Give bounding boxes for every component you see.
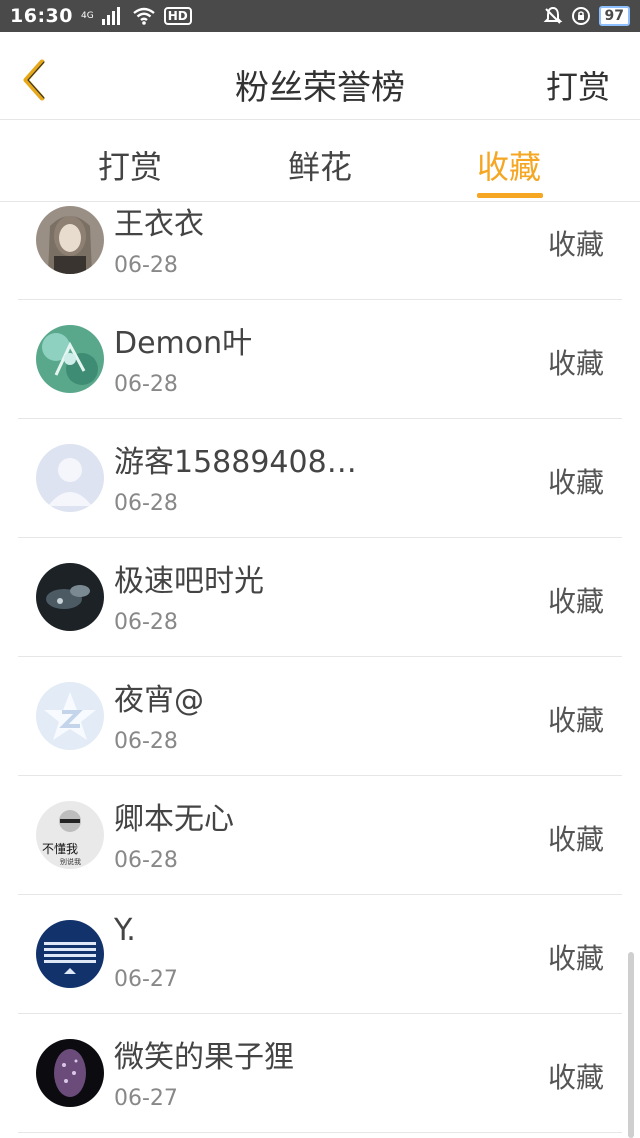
favorite-date: 06-28 (114, 848, 178, 873)
tab-bar: 打赏 鲜花 收藏 (0, 120, 640, 202)
user-name: Y. (114, 913, 136, 948)
tab-flowers[interactable]: 鲜花 (288, 142, 352, 188)
favorite-date: 06-28 (114, 253, 178, 278)
list-item[interactable]: 王衣衣 06-28 收藏 (18, 203, 622, 300)
favorite-date: 06-28 (114, 372, 178, 397)
action-label: 收藏 (547, 1061, 604, 1094)
scrollbar[interactable] (628, 952, 634, 1138)
list-item[interactable]: Demon叶 06-28 收藏 (18, 300, 622, 419)
avatar (36, 1039, 104, 1107)
action-label: 收藏 (547, 942, 604, 975)
default-user-icon (36, 444, 104, 512)
list-item[interactable]: 游客15889408… 06-28 收藏 (18, 419, 622, 538)
lock-rotation-icon (571, 7, 590, 25)
hd-badge: HD (163, 7, 192, 25)
app-page: 16:30 4G HD 97 粉丝荣誉榜 打赏 打赏 鲜花 收藏 王衣衣 06-… (0, 0, 640, 1138)
status-time: 16:30 (10, 5, 73, 27)
wifi-icon (132, 7, 155, 25)
user-name: 极速吧时光 (114, 564, 264, 599)
status-bar: 16:30 4G HD 97 (0, 0, 640, 32)
action-label: 收藏 (547, 228, 604, 261)
user-name: 微笑的果子狸 (114, 1040, 294, 1075)
avatar-image: 不懂我 别说我 (36, 801, 104, 869)
list-item[interactable]: 微笑的果子狸 06-27 收藏 (18, 1014, 622, 1133)
avatar (36, 682, 104, 750)
user-name: 王衣衣 (114, 207, 204, 242)
action-label: 收藏 (547, 704, 604, 737)
avatar-image (36, 206, 104, 274)
list-item[interactable]: 极速吧时光 06-28 收藏 (18, 538, 622, 657)
signal-icon (101, 7, 120, 25)
network-type-label: 4G (80, 10, 94, 21)
header-bar: 粉丝荣誉榜 打赏 (0, 32, 640, 120)
battery-level: 97 (598, 6, 630, 26)
tab-favorites[interactable]: 收藏 (477, 142, 541, 188)
avatar (36, 920, 104, 988)
avatar (36, 563, 104, 631)
list-item[interactable]: Y. 06-27 收藏 (18, 895, 622, 1014)
avatar-image (36, 325, 104, 393)
status-bar-right: 97 (543, 6, 630, 26)
user-name: 夜宵@ (114, 683, 204, 718)
status-bar-left: 16:30 4G HD (10, 5, 192, 27)
favorite-date: 06-28 (114, 729, 178, 754)
list-item[interactable]: 不懂我 别说我 卿本无心 06-28 收藏 (18, 776, 622, 895)
user-name: 游客15889408… (114, 445, 357, 480)
avatar (36, 206, 104, 274)
favorite-date: 06-28 (114, 491, 178, 516)
favorites-list[interactable]: 王衣衣 06-28 收藏 Demon叶 06-28 收藏 游客15889408…… (0, 203, 640, 1138)
favorite-date: 06-28 (114, 610, 178, 635)
avatar (36, 325, 104, 393)
avatar (36, 444, 104, 512)
action-label: 收藏 (547, 585, 604, 618)
avatar-image (36, 563, 104, 631)
favorite-date: 06-27 (114, 1086, 178, 1111)
tab-reward[interactable]: 打赏 (98, 142, 162, 188)
avatar: 不懂我 别说我 (36, 801, 104, 869)
action-label: 收藏 (547, 466, 604, 499)
active-tab-indicator (477, 193, 543, 198)
user-name: Demon叶 (114, 326, 253, 361)
avatar-image (36, 1039, 104, 1107)
avatar-image (36, 920, 104, 988)
user-name: 卿本无心 (114, 802, 234, 837)
svg-text:别说我: 别说我 (60, 857, 81, 866)
action-label: 收藏 (547, 823, 604, 856)
list-item[interactable]: 夜宵@ 06-28 收藏 (18, 657, 622, 776)
reward-button[interactable]: 打赏 (546, 62, 610, 108)
qzone-star-icon (36, 682, 104, 750)
bell-muted-icon (543, 6, 562, 24)
favorite-date: 06-27 (114, 967, 178, 992)
page-title: 粉丝荣誉榜 (235, 68, 405, 108)
action-label: 收藏 (547, 347, 604, 380)
svg-text:不懂我: 不懂我 (42, 842, 78, 856)
